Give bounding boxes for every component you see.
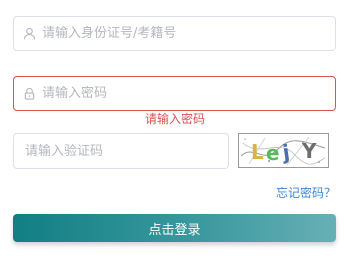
login-button[interactable]: 点击登录 xyxy=(13,214,336,242)
captcha-graphic: L e j Y xyxy=(240,136,326,166)
captcha-input[interactable] xyxy=(14,143,228,159)
login-form: 请输入密码 L e j Y 忘记密码？ 点击登录 xyxy=(0,0,344,261)
password-input[interactable] xyxy=(42,86,335,101)
captcha-char: Y xyxy=(301,139,317,163)
user-icon xyxy=(23,27,36,41)
forgot-password-link[interactable]: 忘记密码？ xyxy=(276,184,336,201)
captcha-field-container[interactable] xyxy=(13,133,229,169)
captcha-char: L xyxy=(251,140,264,164)
lock-icon xyxy=(23,87,36,101)
captcha-image[interactable]: L e j Y xyxy=(238,133,329,168)
captcha-char: j xyxy=(280,140,291,165)
id-number-field-container[interactable] xyxy=(13,16,336,51)
captcha-char: e xyxy=(266,141,280,165)
password-field-container[interactable] xyxy=(13,76,336,111)
id-number-input[interactable] xyxy=(42,26,335,41)
password-error-message: 请输入密码 xyxy=(145,112,206,126)
